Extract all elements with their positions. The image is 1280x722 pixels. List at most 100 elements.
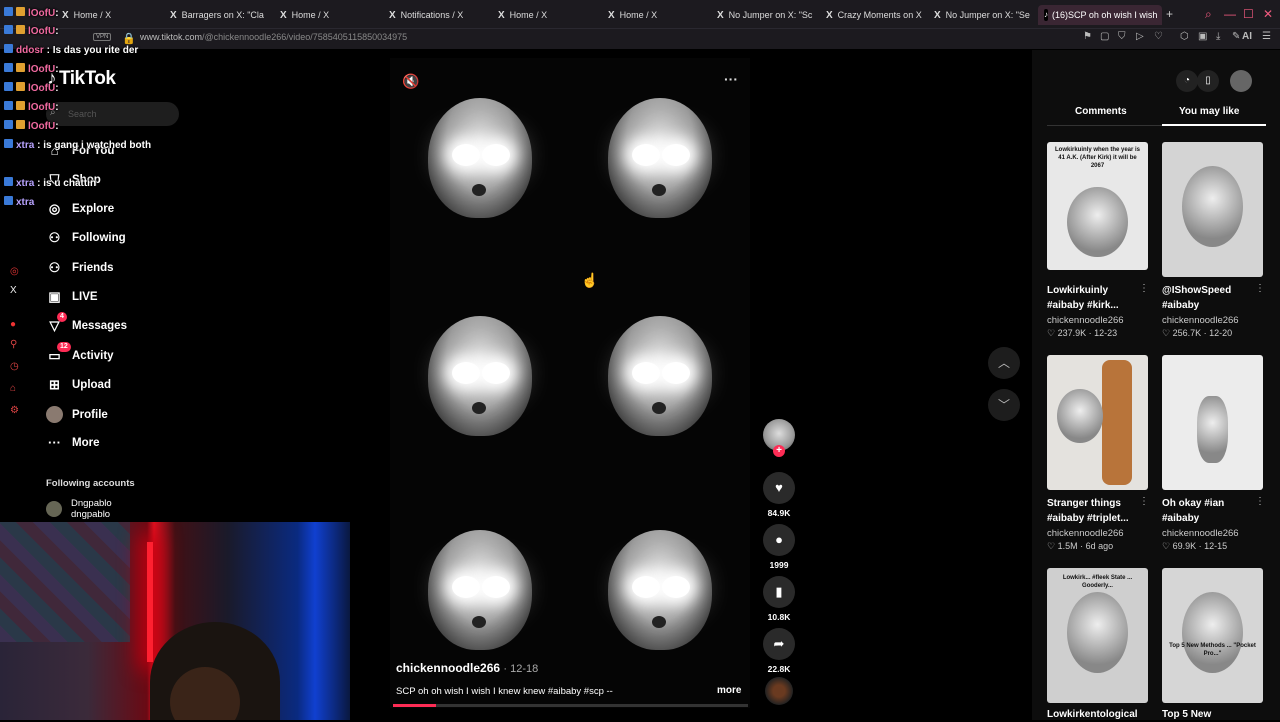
nav-profile[interactable]: Profile [46,406,108,423]
browser-tab-active[interactable]: ♪ (16)SCP oh oh wish I wish [1038,5,1162,25]
video-thumbnail[interactable] [1162,142,1263,277]
download-icon[interactable]: ⤓ [1216,31,1220,42]
red-led-light [147,542,153,662]
nav-live[interactable]: ▣ LIVE [46,289,97,305]
video-player[interactable] [390,58,750,708]
screenshot-icon[interactable]: ▢ [1100,31,1109,42]
nav-friends[interactable]: ⚇ Friends [46,260,114,276]
following-account[interactable]: Dngpablo dngpablo [46,498,112,520]
video-thumbnail[interactable]: Lowkirkuinly when the year is 41 A.K. (A… [1047,142,1148,270]
nav-following[interactable]: ⚇ Following [46,230,126,246]
bag-icon[interactable]: ⌂ [10,383,16,394]
browser-tab[interactable]: X Barragers on X: "Cla [170,5,264,25]
new-tab-icon[interactable]: + [1166,7,1173,21]
video-title[interactable]: Oh okay #ian #aibaby [1162,496,1257,526]
nav-explore[interactable]: ◎ Explore [46,201,114,217]
browser-tab[interactable]: X Home / X [498,5,547,25]
nav-messages[interactable]: ▽ 4 Messages [46,312,127,334]
thumbnail-figure [1102,360,1132,485]
chat-message: lOofU: [4,7,59,19]
heart-outline-icon: ♡ [1047,541,1056,551]
chat-badge-icon [16,101,25,110]
speed-icon[interactable]: ◔ [1176,70,1198,92]
video-author[interactable]: chickennoodle266 [1162,315,1239,326]
chat-badge-icon [16,25,25,34]
settings-icon[interactable]: ⚙ [10,405,19,416]
save-button[interactable]: ▮ 10.8K [763,576,795,622]
history-icon[interactable]: ◷ [10,361,19,372]
browser-tab[interactable]: X No Jumper on X: "Se [934,5,1030,25]
video-title[interactable]: Stranger things #aibaby #triplet... [1047,496,1142,526]
menu-icon[interactable]: ☰ [1262,31,1271,42]
mute-icon[interactable]: 🔇 [402,73,419,90]
x-logo-icon: X [62,9,69,21]
x-logo-icon: X [389,9,396,21]
next-video-button[interactable]: ﹀ [988,389,1020,421]
browser-tab[interactable]: X Crazy Moments on X [826,5,924,25]
instagram-icon[interactable]: ◎ [10,266,19,277]
extensions-icon[interactable]: ⬡ [1180,31,1189,42]
shield-icon[interactable]: ⛉ [1118,31,1126,42]
tab-comments[interactable]: Comments [1075,106,1127,117]
avatar[interactable] [1230,70,1252,92]
browser-tab[interactable]: X Notifications / X [389,5,463,25]
close-icon[interactable]: ✕ [1263,7,1273,21]
music-disc-icon[interactable] [765,677,793,705]
avatar [46,501,62,517]
pen-icon[interactable]: ✎ [1232,31,1240,42]
vpn-badge[interactable]: VPN [93,33,112,41]
chat-badge-icon [4,139,13,148]
video-title[interactable]: Lowkirkuinly #aibaby #kirk... [1047,283,1142,313]
maximize-icon[interactable]: ☐ [1243,7,1254,21]
bookmark-icon[interactable]: ⚑ [1083,31,1092,42]
card-more-icon[interactable]: ⋮ [1255,496,1265,507]
browser-tab[interactable]: X Home / X [62,5,111,25]
card-more-icon[interactable]: ⋮ [1139,283,1149,294]
play-icon[interactable]: ▷ [1136,31,1144,42]
browser-tab[interactable]: X Home / X [280,5,329,25]
previous-video-button[interactable]: ︿ [988,347,1020,379]
more-options-icon[interactable]: ··· [724,71,738,87]
url-text[interactable]: www.tiktok.com/@chickennoodle266/video/7… [140,32,407,42]
card-more-icon[interactable]: ⋮ [1255,283,1265,294]
follow-plus-button[interactable]: + [773,445,785,457]
phone-icon[interactable]: ▯ [1197,70,1219,92]
record-icon[interactable]: ● [10,319,16,330]
video-thumbnail[interactable]: Lowkirk... #fleek State ... Gooderly... [1047,568,1148,703]
video-creator[interactable]: chickennoodle266 · 12-18 [396,661,538,675]
video-author[interactable]: chickennoodle266 [1047,528,1124,539]
chat-message: ddosr : Is das you rite der [4,44,138,56]
x-logo-icon[interactable]: X [10,285,17,296]
caption-more-button[interactable]: more [717,685,741,696]
search-tabs-icon[interactable]: ⌕ [1205,7,1212,22]
share-button[interactable]: ➦ 22.8K [763,628,795,674]
card-more-icon[interactable]: ⋮ [1139,496,1149,507]
ai-button[interactable]: AI [1242,31,1252,42]
chat-badge-icon [4,196,13,205]
nav-activity[interactable]: ▭ 12 Activity [46,342,114,364]
like-button[interactable]: ♥ 84.9K [763,472,795,518]
nav-upload[interactable]: ⊞ Upload [46,377,111,393]
wall-poster [0,522,130,642]
wallet-icon[interactable]: ▣ [1198,31,1207,42]
heart-outline-icon[interactable]: ♡ [1154,31,1163,42]
pin-icon[interactable]: ⚲ [10,339,17,350]
x-logo-icon: X [826,9,833,21]
following-icon: ⚇ [48,230,61,245]
video-author[interactable]: chickennoodle266 [1162,528,1239,539]
browser-tab[interactable]: X No Jumper on X: "Sc [717,5,817,25]
nav-more[interactable]: ··· More [46,435,99,450]
video-thumbnail[interactable]: Top 5 New Methods ... "Pocket Pro..." [1162,568,1263,703]
comment-button[interactable]: ● 1999 [763,524,795,570]
minimize-icon[interactable]: — [1224,7,1236,21]
video-title[interactable]: @IShowSpeed #aibaby [1162,283,1257,313]
video-thumbnail[interactable] [1162,355,1263,490]
heart-outline-icon: ♡ [1162,328,1171,338]
video-author[interactable]: chickennoodle266 [1047,315,1124,326]
browser-tab[interactable]: X Home / X [608,5,657,25]
tab-you-may-like[interactable]: You may like [1179,106,1239,117]
following-accounts-header: Following accounts [46,478,135,489]
video-thumbnail[interactable] [1047,355,1148,490]
search-input[interactable]: ⌕ Search [46,102,179,126]
video-progress-bar[interactable] [393,704,748,707]
